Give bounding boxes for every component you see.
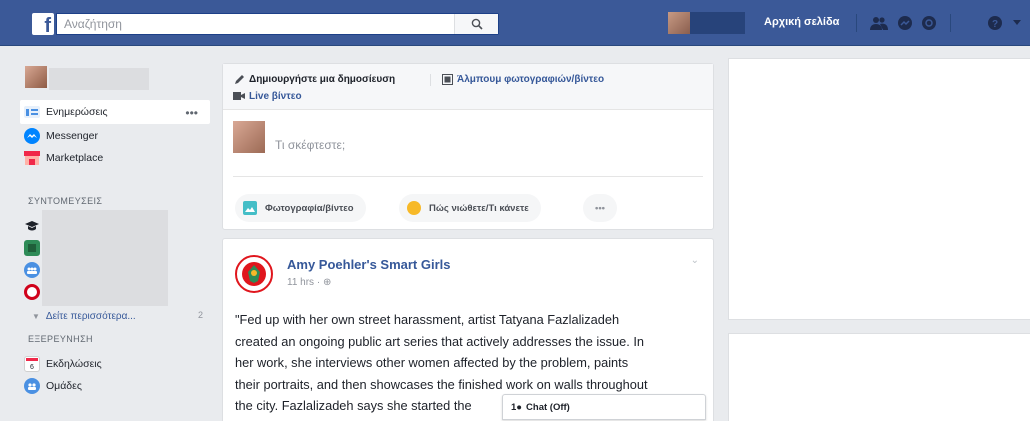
groups-icon bbox=[24, 378, 40, 394]
composer-tabs: Δημιουργήστε μια δημοσίευση Άλμπουμ φωτο… bbox=[223, 64, 713, 110]
tab-label: Live βίντεο bbox=[249, 90, 302, 102]
post-text-line: her work, she interviews other women aff… bbox=[235, 355, 629, 370]
profile-avatar[interactable] bbox=[668, 12, 690, 34]
search-box bbox=[56, 13, 499, 35]
sidebar-item-groups[interactable]: Ομάδες bbox=[24, 376, 82, 396]
profile-name-redacted[interactable] bbox=[690, 12, 745, 34]
top-navigation-bar: f Αρχική σελίδα ? bbox=[0, 0, 1030, 46]
chat-icon: 1● bbox=[511, 401, 523, 413]
smart-girls-logo-icon bbox=[242, 262, 266, 286]
news-feed-icon bbox=[24, 104, 40, 120]
post-text-line: created an ongoing public art series tha… bbox=[235, 333, 645, 349]
right-panel-bottom bbox=[728, 333, 1030, 421]
events-icon: 6 bbox=[24, 356, 40, 372]
home-link[interactable]: Αρχική σελίδα bbox=[764, 16, 839, 28]
help-icon[interactable]: ? bbox=[984, 12, 1006, 34]
shortcut-count: 2 bbox=[198, 310, 204, 320]
chat-label: Chat (Off) bbox=[526, 401, 570, 413]
post-text-line: "Fed up with her own street harassment, … bbox=[235, 312, 620, 327]
sidebar-item-news-feed[interactable]: Ενημερώσεις bbox=[24, 102, 108, 122]
sidebar-item-label: Ομάδες bbox=[46, 380, 82, 392]
shortcuts-redacted bbox=[42, 210, 168, 306]
shortcuts-heading: ΣΥΝΤΟΜΕΥΣΕΙΣ bbox=[28, 196, 103, 206]
page-name-link[interactable]: Amy Poehler's Smart Girls bbox=[287, 257, 451, 272]
pencil-icon bbox=[233, 73, 245, 85]
smiley-icon bbox=[407, 201, 421, 215]
svg-text:6: 6 bbox=[30, 364, 34, 370]
more-options-button[interactable]: ••• bbox=[583, 194, 617, 222]
graduation-cap-icon bbox=[24, 218, 40, 234]
sidebar-item-label: Marketplace bbox=[46, 152, 104, 164]
tab-label: Άλμπουμ φωτογραφιών/βίντεο bbox=[457, 73, 605, 85]
friend-requests-icon[interactable] bbox=[868, 12, 890, 34]
tab-create-post[interactable]: Δημιουργήστε μια δημοσίευση bbox=[233, 73, 395, 85]
sidebar-item-label: Messenger bbox=[46, 130, 98, 142]
search-icon bbox=[471, 18, 483, 30]
see-more-label: Δείτε περισσότερα... bbox=[45, 310, 136, 322]
photo-album-icon bbox=[441, 73, 453, 85]
chevron-down-icon[interactable]: ⌄ bbox=[691, 255, 699, 266]
photo-icon bbox=[243, 201, 257, 215]
page-avatar[interactable] bbox=[235, 255, 273, 293]
chat-bar[interactable]: 1● Chat (Off) bbox=[502, 394, 706, 420]
marketplace-icon bbox=[24, 150, 40, 166]
divider bbox=[430, 74, 431, 86]
chevron-down-icon: ▼ bbox=[32, 311, 40, 321]
avatar bbox=[233, 121, 265, 153]
group-thumbnail-icon bbox=[24, 240, 40, 256]
group-icon bbox=[24, 262, 40, 278]
account-menu-icon[interactable] bbox=[1010, 12, 1024, 34]
sidebar-item-messenger[interactable]: Messenger bbox=[24, 126, 98, 146]
sidebar-item-marketplace[interactable]: Marketplace bbox=[24, 148, 103, 168]
tab-label: Δημιουργήστε μια δημοσίευση bbox=[249, 73, 396, 85]
post-composer: Δημιουργήστε μια δημοσίευση Άλμπουμ φωτο… bbox=[222, 63, 714, 230]
explore-heading: ΕΞΕΡΕΥΝΗΣΗ bbox=[28, 334, 93, 344]
post-text-line: their portraits, and then showcases the … bbox=[235, 376, 648, 392]
divider bbox=[233, 176, 703, 177]
right-panel-top bbox=[728, 58, 1030, 320]
messages-icon[interactable] bbox=[894, 12, 916, 34]
divider bbox=[950, 14, 951, 32]
notifications-icon[interactable] bbox=[918, 12, 940, 34]
divider bbox=[856, 14, 857, 32]
button-label: Φωτογραφία/βίντεο bbox=[265, 202, 354, 214]
avatar[interactable] bbox=[25, 66, 47, 88]
facebook-logo[interactable]: f bbox=[32, 13, 54, 35]
tab-live-video[interactable]: Live βίντεο bbox=[233, 90, 302, 102]
sidebar-item-label: Εκδηλώσεις bbox=[46, 358, 102, 370]
photo-video-button[interactable]: Φωτογραφία/βίντεο bbox=[235, 194, 366, 222]
compose-input[interactable]: Τι σκέφτεστε; bbox=[275, 138, 345, 152]
search-input[interactable] bbox=[57, 14, 447, 34]
svg-text:?: ? bbox=[992, 19, 998, 30]
feeling-activity-button[interactable]: Πώς νιώθετε/Τι κάνετε bbox=[399, 194, 541, 222]
tab-photo-album[interactable]: Άλμπουμ φωτογραφιών/βίντεο bbox=[441, 73, 604, 85]
post-timestamp[interactable]: 11 hrs · ⊕ bbox=[287, 277, 331, 288]
video-camera-icon bbox=[233, 90, 245, 102]
see-more-link[interactable]: ▼ Δείτε περισσότερα... bbox=[32, 306, 136, 326]
messenger-icon bbox=[24, 128, 40, 144]
button-label: Πώς νιώθετε/Τι κάνετε bbox=[429, 202, 529, 214]
sidebar-item-events[interactable]: 6 Εκδηλώσεις bbox=[24, 354, 102, 374]
page-circle-icon bbox=[24, 284, 40, 300]
sidebar-item-label: Ενημερώσεις bbox=[46, 106, 108, 118]
more-options-icon[interactable]: ••• bbox=[185, 106, 198, 120]
profile-name-redacted[interactable] bbox=[49, 68, 149, 90]
search-button[interactable] bbox=[454, 14, 498, 34]
